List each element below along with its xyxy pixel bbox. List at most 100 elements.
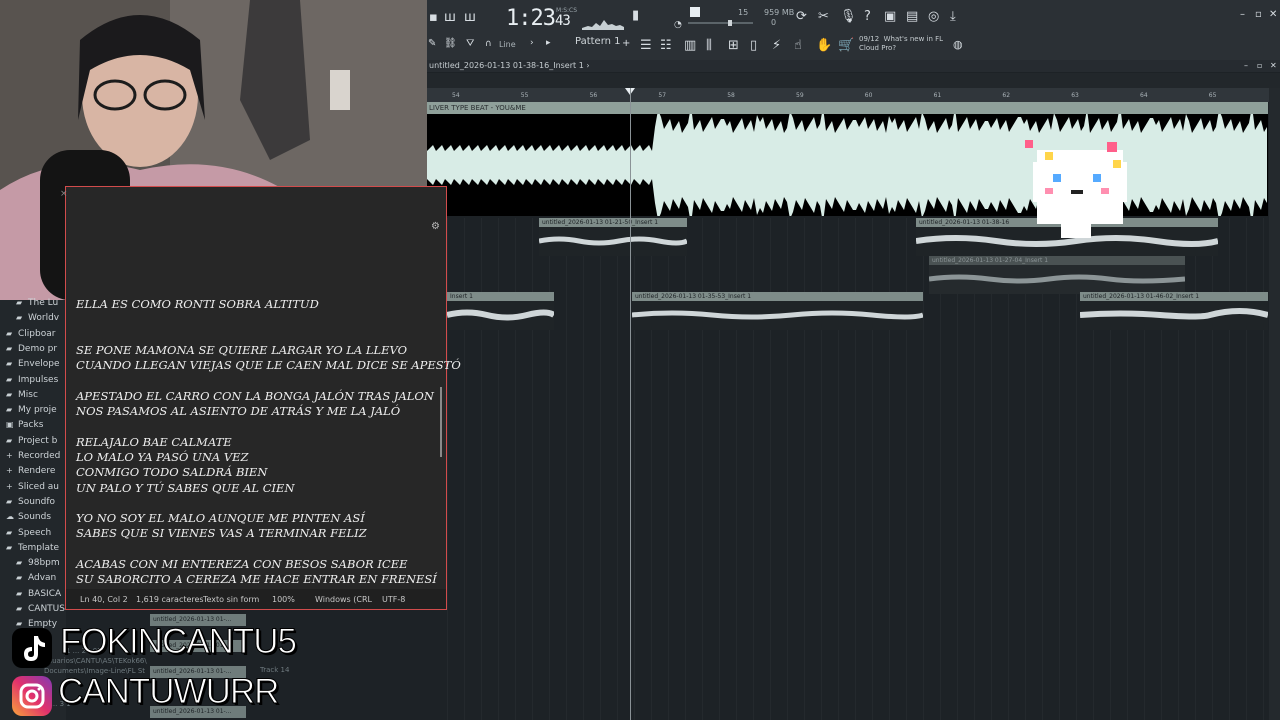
microphone-icon[interactable]: 🎙	[840, 9, 857, 24]
channel-rack-icon[interactable]: ☷	[660, 38, 672, 53]
browser-item-label: Clipboar	[18, 328, 56, 339]
master-volume-slider[interactable]	[688, 22, 753, 24]
browser-item[interactable]: ▰ Impulses	[6, 375, 58, 385]
keyboard-icon[interactable]: ш	[444, 10, 456, 25]
audio-clip[interactable]: untitled_2026-01-13 01-35-53_Insert 1	[631, 292, 924, 330]
cpu-graph-icon	[582, 20, 624, 30]
browser-item[interactable]: ▰ Template	[6, 543, 59, 553]
browser-item[interactable]: ▰ BASICA	[16, 588, 62, 599]
main-waveform	[427, 114, 1267, 216]
playlist-overview-bar[interactable]	[427, 73, 1280, 88]
window-close-icon[interactable]: ×	[60, 189, 68, 199]
playlist-icon[interactable]: ☰	[640, 38, 652, 53]
browser-item[interactable]: ▰ Soundfo	[6, 497, 55, 507]
tempo-value: 15	[738, 8, 749, 17]
piano-roll-icon[interactable]: ▥	[684, 38, 696, 53]
playlist-close-icon[interactable]: ✕	[1270, 61, 1277, 70]
browser-item-label: Sounds	[18, 512, 52, 523]
audio-clip[interactable]: untitled_2026-01-13 01-46-02_Insert 1	[1079, 292, 1269, 330]
browser-item[interactable]: ▰ Clipboar	[6, 328, 56, 339]
magnet-icon[interactable]: ∩	[485, 39, 492, 49]
browser-item-label: Misc	[18, 389, 38, 400]
play-pattern-icon[interactable]: ▸	[546, 38, 551, 48]
touch-icon[interactable]: ☝	[794, 38, 802, 53]
mixer-levels-icon[interactable]: ▮	[632, 8, 639, 23]
add-pattern-icon[interactable]: +	[622, 38, 630, 49]
typing-keyboard-icon[interactable]: ш	[464, 10, 476, 25]
mixer-faders-icon[interactable]: ⫼	[706, 38, 712, 53]
browser-item[interactable]: ▰ My proje	[6, 405, 57, 415]
menu-icon[interactable]: ▪	[429, 10, 438, 25]
timeline-ruler[interactable]	[427, 88, 1280, 102]
time-unit-label: M:S:CS	[556, 7, 578, 14]
browser-item[interactable]: ▰ Worldv	[16, 313, 59, 323]
lyrics-text-area[interactable]: ELLA ES COMO RONTI SOBRA ALTITUD SE PONE…	[76, 297, 461, 588]
file-icon[interactable]: ▯	[750, 38, 757, 53]
browser-item[interactable]: ▰ Advan	[16, 573, 56, 583]
minimize-icon[interactable]: –	[1240, 9, 1245, 20]
notepad-window[interactable]: ⚙ × ELLA ES COMO RONTI SOBRA ALTITUD SE …	[60, 186, 461, 610]
settings-gear-icon[interactable]: ⚙	[431, 221, 440, 232]
audio-clip-muted[interactable]: untitled_2026-01-13 01-27-04_Insert 1	[928, 256, 1186, 294]
playlist-maximize-icon[interactable]: ▫	[1257, 61, 1262, 70]
master-volume-knob[interactable]	[728, 20, 732, 26]
news-panel[interactable]: 09/12 What's new in FL Cloud Pro?	[859, 35, 943, 53]
plugin-icon[interactable]: ⚡	[772, 38, 781, 53]
audio-clip[interactable]: untitled_2026-01-13 01-21-50_Insert 1	[538, 218, 689, 256]
globe-icon[interactable]: ◍	[953, 38, 963, 51]
pencil-icon[interactable]: ✎	[428, 38, 436, 49]
clip-label: Insert 1	[450, 293, 473, 300]
snap-label[interactable]: Line	[499, 40, 516, 49]
folder-icon: +	[6, 451, 13, 460]
main-track-header[interactable]: LIVER TYPE BEAT - YOU&ME	[427, 102, 1268, 114]
instagram-handle: CANTUWURR	[57, 672, 279, 712]
browser-item[interactable]: ▰ CANTUS	[16, 604, 65, 614]
browser-item[interactable]: ▰ 98bpm	[16, 558, 60, 568]
cart-icon[interactable]: 🛒	[838, 38, 854, 53]
playlist-minimize-icon[interactable]: –	[1244, 61, 1248, 70]
help-icon[interactable]: ?	[864, 9, 871, 24]
refresh-icon[interactable]: ⟳	[796, 9, 807, 24]
browser-item[interactable]: ▰ Demo pr	[6, 344, 57, 354]
browser-item[interactable]: + Rendere	[6, 466, 55, 476]
stamp-icon[interactable]: ⛛	[466, 38, 474, 49]
browser-item[interactable]: ▰ Project b	[6, 436, 57, 446]
maximize-icon[interactable]: ▫	[1255, 9, 1262, 20]
notepad-scrollbar[interactable]	[440, 387, 442, 457]
browser-item-label: Recorded	[18, 451, 61, 461]
browser-item[interactable]: ▰ Envelope	[6, 359, 60, 369]
character-count: 1,619 caracteres	[136, 595, 204, 604]
browser-item[interactable]: ▣ Packs	[6, 420, 43, 430]
chevron-right-icon[interactable]: ›	[530, 38, 534, 48]
playlist-scrollbar[interactable]	[1269, 88, 1280, 720]
pattern-label: Pattern 1	[575, 36, 621, 47]
main-audio-clip[interactable]	[427, 114, 1268, 216]
browser-item-label: Speech	[18, 527, 52, 538]
link-icon[interactable]: ⛓	[444, 38, 457, 49]
close-icon[interactable]: ✕	[1269, 9, 1277, 20]
folder-icon: +	[6, 466, 13, 476]
metronome-icon[interactable]: ◔	[674, 20, 682, 30]
browser-item[interactable]: ▰ Speech	[6, 527, 52, 538]
time-frac: 43	[554, 13, 571, 29]
cut-icon[interactable]: ✂	[818, 9, 829, 24]
browser-tree-icon[interactable]: ⊞	[728, 38, 739, 53]
record-square-icon[interactable]	[690, 7, 700, 17]
ruler-bar-number: 56	[589, 92, 598, 99]
zoom-level[interactable]: 100%	[272, 595, 295, 604]
mixer-icon[interactable]: ▤	[906, 9, 918, 24]
chat-icon[interactable]: ◎	[928, 9, 939, 24]
audio-clip[interactable]: Insert 1	[446, 292, 556, 330]
folder-icon: ▰	[6, 343, 13, 353]
browser-item[interactable]: + Recorded	[6, 451, 61, 461]
browser-item[interactable]: ☁ Sounds	[6, 512, 52, 523]
save-icon[interactable]: ▣	[884, 9, 896, 24]
browser-item[interactable]: + Sliced au	[6, 482, 59, 492]
folder-icon: ▰	[6, 389, 13, 399]
download-icon[interactable]: ⤓	[950, 9, 956, 24]
hand-icon[interactable]: ✋	[816, 38, 832, 53]
browser-item[interactable]: ▰ Misc	[6, 389, 38, 400]
browser-item[interactable]: ▰ The Lu	[16, 298, 58, 308]
ruler-bar-number: 62	[1002, 92, 1011, 99]
browser-item-label: BASICA	[28, 588, 62, 599]
